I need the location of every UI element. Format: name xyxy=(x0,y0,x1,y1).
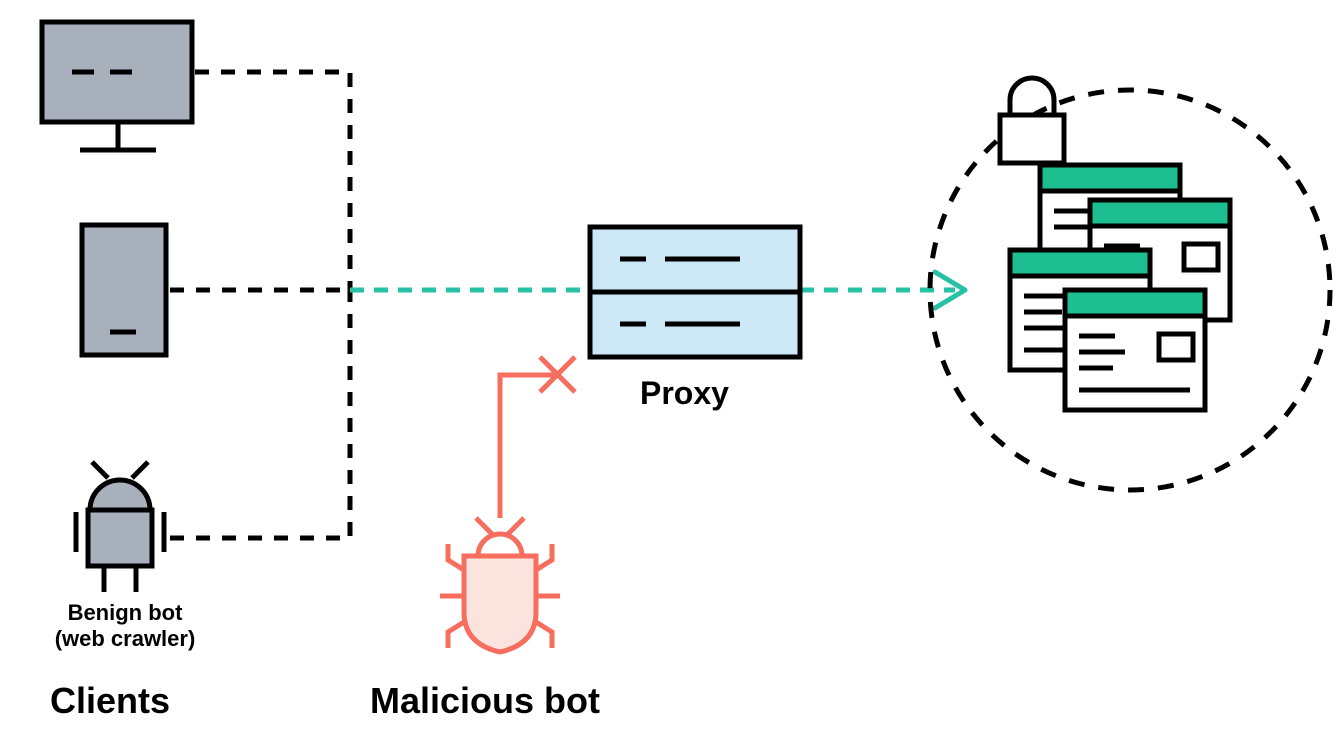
benign-bot-label: Benign bot (web crawler) xyxy=(40,600,210,652)
lock-icon xyxy=(1000,78,1064,163)
desktop-client-icon xyxy=(42,22,192,150)
blocked-flow-line xyxy=(500,357,575,518)
client-connector-lines xyxy=(170,72,350,538)
proxy-server-icon xyxy=(590,227,800,357)
mobile-client-icon xyxy=(82,225,166,355)
clients-label: Clients xyxy=(50,680,170,722)
protected-pages-icon xyxy=(1010,165,1230,410)
malicious-bot-icon xyxy=(440,518,560,652)
proxy-label: Proxy xyxy=(640,375,729,412)
benign-bot-icon xyxy=(76,462,164,592)
malicious-bot-label: Malicious bot xyxy=(370,680,600,722)
